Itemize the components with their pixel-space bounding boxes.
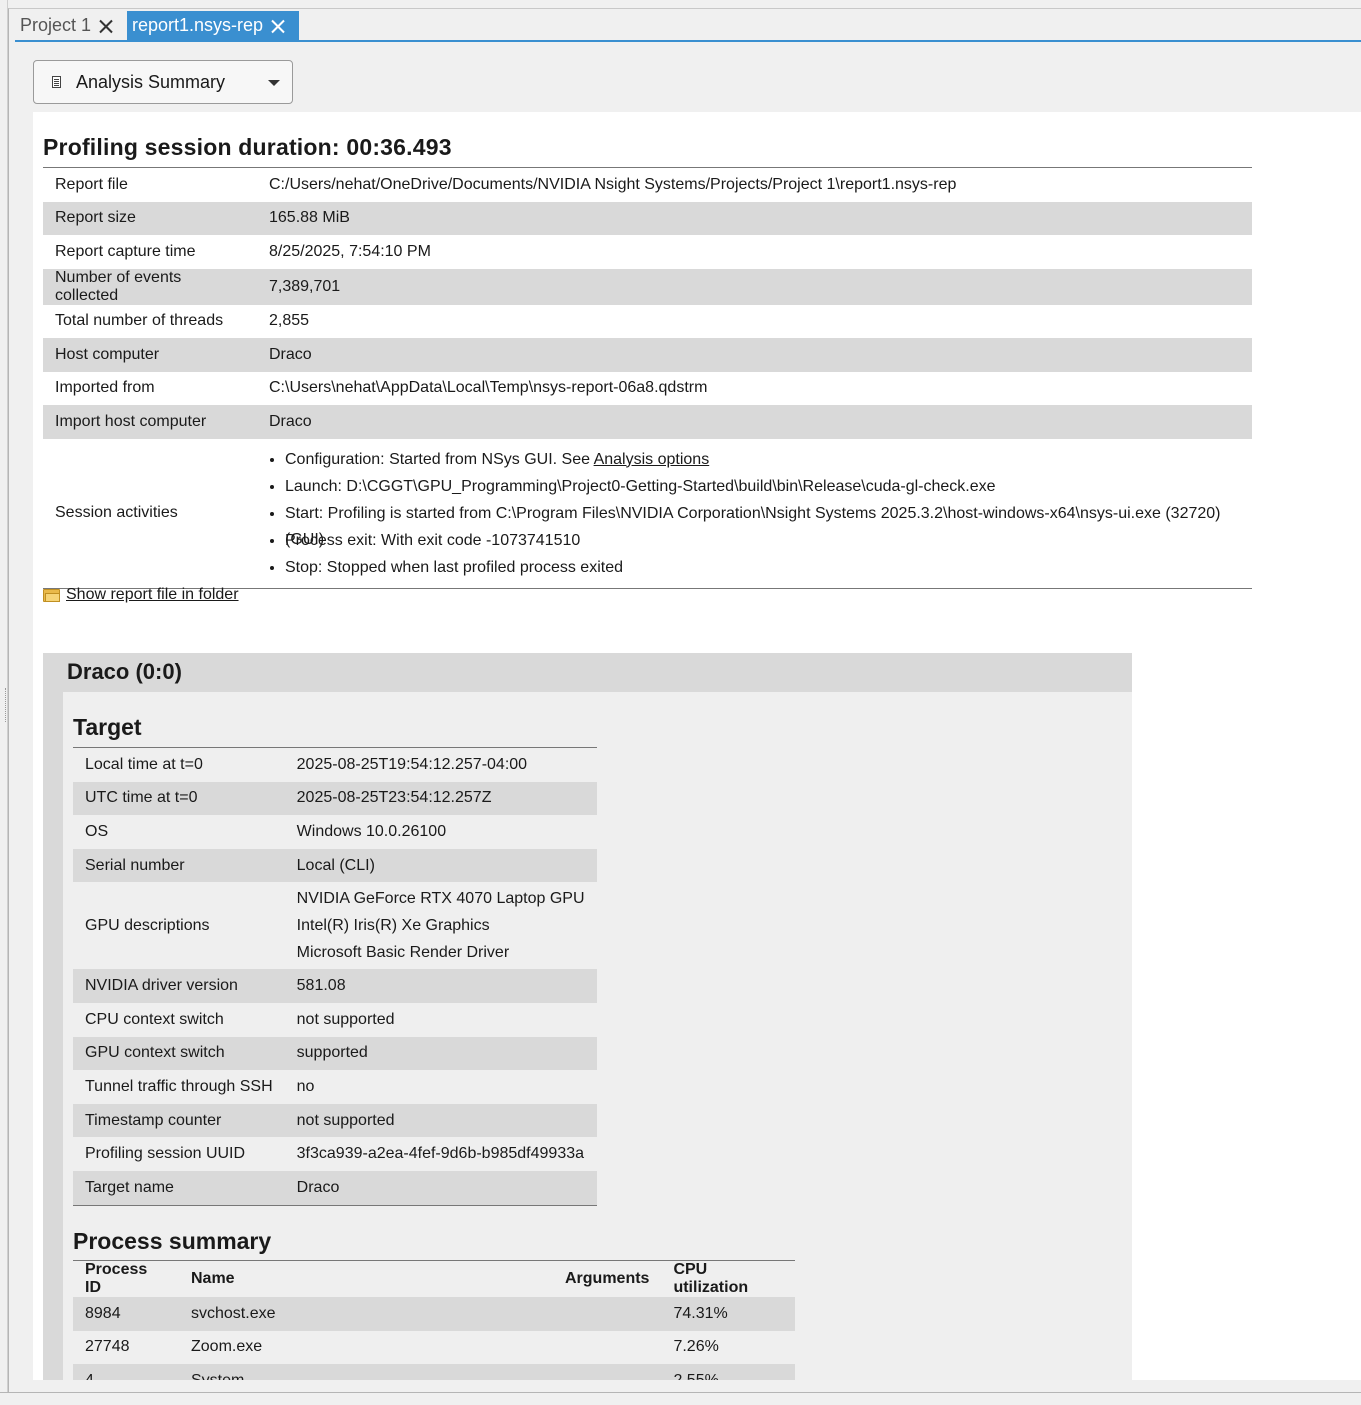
list-item: Microsoft Basic Render Driver xyxy=(296,944,510,962)
list-item: Start: Profiling is started from C:\Prog… xyxy=(285,501,1240,548)
table-row: CPU context switch not supported xyxy=(85,1010,395,1028)
view-selector-dropdown[interactable]: Analysis Summary xyxy=(33,60,293,104)
show-folder-link[interactable]: Show report file in folder xyxy=(66,586,239,604)
table-header-row: Process ID Name Arguments CPU utilizatio… xyxy=(73,1261,795,1298)
target-info-table: Local time at t=0 2025-08-25T19:54:12.257… xyxy=(73,747,597,1206)
table-row: Target name Draco xyxy=(73,1170,597,1206)
list-item: Process exit: With exit code -1073741510 xyxy=(285,528,1240,555)
table-row: Serial number Local (CLI) xyxy=(73,848,597,883)
table-row: Imported from C:\Users\nehat\AppData\Loca… xyxy=(55,379,708,397)
folder-icon xyxy=(43,588,60,602)
dropdown-label: Analysis Summary xyxy=(76,71,226,92)
table-row: Report size 165.88 MiB xyxy=(43,201,1252,235)
process-summary-table: Process ID Name Arguments CPU utilizatio… xyxy=(73,1260,795,1380)
table-row: Local time at t=0 2025-08-25T19:54:12.257… xyxy=(85,755,528,773)
list-item: NVIDIA GeForce RTX 4070 Laptop GPU xyxy=(296,890,585,908)
table-row[interactable]: 8984 svchost.exe 74.31% xyxy=(73,1297,795,1331)
table-row: Profiling session UUID 3f3ca939-a2ea-4fef… xyxy=(85,1145,585,1163)
table-row: Total number of threads 2,855 xyxy=(55,312,310,330)
target-section-title: Target xyxy=(73,714,142,740)
list-item: Stop: Stopped when last profiled process… xyxy=(285,555,1240,582)
tab-project-1[interactable]: Project 1 xyxy=(15,11,125,40)
table-row: Number of events collected 7,389,701 xyxy=(43,268,1252,305)
list-item: Intel(R) Iris(R) Xe Graphics xyxy=(296,917,490,935)
table-row: NVIDIA driver version 581.08 xyxy=(73,969,597,1003)
column-header-pid[interactable]: Process ID xyxy=(73,1261,179,1298)
tab-label: Project 1 xyxy=(20,15,92,35)
column-header-cpu[interactable]: CPU utilization xyxy=(661,1261,795,1298)
tab-report1[interactable]: report1.nsys-rep xyxy=(127,11,299,40)
tab-label: report1.nsys-rep xyxy=(132,15,264,35)
close-icon[interactable] xyxy=(269,17,287,35)
host-title: Draco (0:0) xyxy=(67,659,182,684)
session-activities-list: Configuration: Started from NSys GUI. Se… xyxy=(269,439,1240,588)
table-row[interactable]: 27748 Zoom.exe 7.26% xyxy=(73,1331,795,1365)
analysis-summary-content[interactable]: Profiling session duration: 00:36.493 Re… xyxy=(33,112,1361,1380)
table-row: GPU context switch supported xyxy=(73,1036,597,1071)
session-activities-row: Session activities Configuration: Starte… xyxy=(43,439,1252,589)
show-report-in-folder[interactable]: Show report file in folder xyxy=(43,586,239,604)
left-splitter[interactable] xyxy=(0,0,8,1405)
column-header-arguments[interactable]: Arguments xyxy=(553,1261,661,1298)
column-header-name[interactable]: Name xyxy=(179,1261,553,1298)
table-row: Host computer Draco xyxy=(43,338,1252,372)
close-icon[interactable] xyxy=(97,17,115,35)
table-row: Timestamp counter not supported xyxy=(73,1103,597,1138)
host-panel-body: Target Local time at t=0 2025-08-25T19:54… xyxy=(63,692,1132,1380)
list-item: Launch: D:\CGGT\GPU_Programming\Project0… xyxy=(285,474,1240,501)
process-summary-title: Process summary xyxy=(73,1228,272,1254)
chevron-down-icon xyxy=(268,80,280,86)
list-item: Configuration: Started from NSys GUI. Se… xyxy=(285,447,1240,474)
report-info-table: Report file C:/Users/nehat/OneDrive/Docum… xyxy=(43,167,1252,589)
gpu-list: NVIDIA GeForce RTX 4070 Laptop GPU Intel… xyxy=(297,885,585,966)
tab-bar: Project 1 report1.nsys-rep xyxy=(15,11,1361,42)
session-duration-title: Profiling session duration: 00:36.493 xyxy=(43,134,452,160)
table-row: Report capture time 8/25/2025, 7:54:10 PM xyxy=(55,242,431,260)
analysis-options-link[interactable]: Analysis options xyxy=(594,451,710,468)
table-row: OS Windows 10.0.26100 xyxy=(85,822,447,840)
table-row: UTC time at t=0 2025-08-25T23:54:12.257Z xyxy=(73,781,597,816)
table-row: Report file C:/Users/nehat/OneDrive/Docum… xyxy=(55,175,957,193)
host-panel: Draco (0:0) Target Local time at t=0 2025… xyxy=(43,653,1132,1380)
table-row: Tunnel traffic through SSH no xyxy=(85,1077,315,1095)
bottom-bar xyxy=(0,1392,1361,1405)
table-row: GPU descriptions NVIDIA GeForce RTX 4070… xyxy=(73,882,597,969)
table-row: Import host computer Draco xyxy=(43,405,1252,439)
table-row[interactable]: 4System2.55% xyxy=(73,1364,795,1380)
document-icon xyxy=(52,76,61,88)
